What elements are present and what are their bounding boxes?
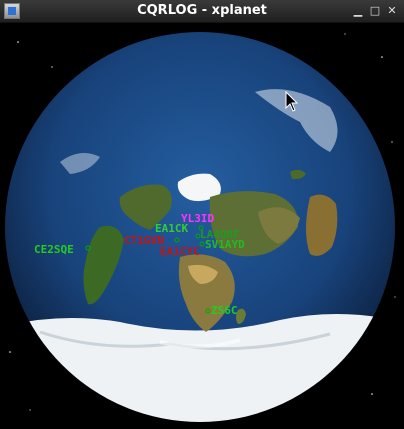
station-label-sv1ayd[interactable]: SV1AYD [205, 238, 245, 251]
station-label-ea1cyc[interactable]: EA1CYC [160, 245, 200, 258]
xplanet-window: CQRLOG - xplanet ▁ □ ✕ YL3ID EA1CK LA4QB… [0, 0, 404, 425]
maximize-button[interactable]: □ [369, 5, 381, 17]
station-label-ce2sqe[interactable]: CE2SQE [34, 243, 74, 256]
globe-svg: YL3ID EA1CK LA4QBF CT1GVN SV1AYD EA1CYC … [5, 32, 396, 422]
station-label-zs6c[interactable]: ZS6C [211, 304, 238, 317]
close-button[interactable]: ✕ [386, 5, 398, 17]
window-titlebar[interactable]: CQRLOG - xplanet ▁ □ ✕ [0, 0, 404, 23]
window-title: CQRLOG - xplanet [137, 3, 267, 18]
station-label-ct1gvn[interactable]: CT1GVN [124, 234, 164, 247]
minimize-button[interactable]: ▁ [352, 5, 364, 17]
xplanet-map[interactable]: YL3ID EA1CK LA4QBF CT1GVN SV1AYD EA1CYC … [0, 22, 404, 425]
